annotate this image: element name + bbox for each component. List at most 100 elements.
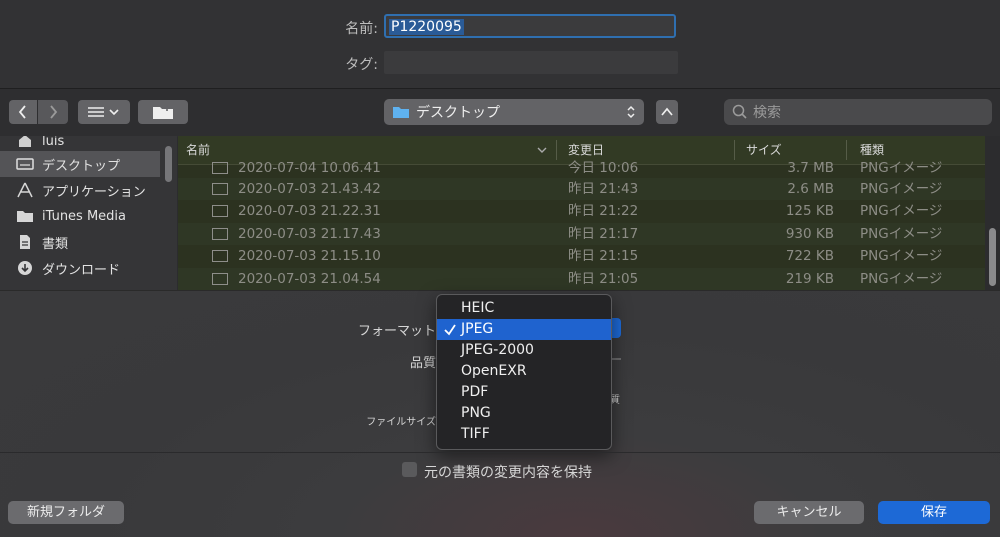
new-folder-button[interactable]: 新規フォルダ [8,501,124,524]
file-name: 2020-07-03 21.22.31 [238,203,381,219]
menu-item-label: JPEG [461,321,494,337]
chevron-right-icon [50,105,58,119]
folder-icon [393,107,409,118]
cancel-button[interactable]: キャンセル [754,501,864,524]
chevron-up-icon [661,107,673,116]
table-row[interactable]: 2020-07-03 21.04.54 昨日 21:05 219 KB PNGイ… [178,268,985,290]
name-label: 名前: [345,21,378,37]
image-file-icon [212,183,228,195]
name-field[interactable]: P1220095 [384,14,676,38]
image-file-icon [212,273,228,285]
file-kind: PNGイメージ [860,160,943,176]
menu-item-pdf[interactable]: PDF [437,382,611,403]
folder-plus-icon [153,105,173,119]
sort-chevron-icon [537,147,547,153]
sidebar: luis デスクトップ アプリケーション iTunes Media 書類 ダウン… [0,136,177,290]
file-kind: PNGイメージ [860,181,943,197]
search-placeholder: 検索 [753,105,781,121]
tag-label: タグ: [345,57,378,73]
file-list: 名前 変更日 サイズ 種類 2020-07-04 10.06.41 今日 10:… [178,136,985,290]
sidebar-item-desktop[interactable]: デスクトップ [0,151,160,177]
file-name: 2020-07-03 21.43.42 [238,181,381,197]
menu-item-jpeg-2000[interactable]: JPEG-2000 [437,340,611,361]
sidebar-item-applications[interactable]: アプリケーション [0,177,160,203]
documents-icon [16,234,34,250]
menu-item-heic[interactable]: HEIC [437,298,611,319]
divider [0,452,1000,453]
checkmark-icon [444,324,456,336]
menu-item-jpeg[interactable]: JPEG [437,319,611,340]
forward-button[interactable] [38,100,68,124]
format-label: フォーマット [357,324,436,339]
keep-changes-label: 元の書類の変更内容を保持 [424,465,592,481]
menu-item-png[interactable]: PNG [437,403,611,424]
file-name: 2020-07-03 21.17.43 [238,226,381,242]
list-view-icon [88,107,119,117]
menu-item-tiff[interactable]: TIFF [437,424,611,445]
table-row[interactable]: 2020-07-04 10.06.41 今日 10:06 3.7 MB PNGイ… [178,157,985,179]
back-button[interactable] [9,100,37,124]
location-popup[interactable]: デスクトップ [384,99,644,125]
file-size: 219 KB [785,271,834,287]
tag-field[interactable] [384,51,678,74]
image-file-icon [212,205,228,217]
folder-icon [16,208,34,224]
format-menu: HEIC JPEG JPEG-2000 OpenEXR PDF PNG TIFF [436,294,612,450]
view-mode-button[interactable] [78,100,130,124]
quality-slider-track[interactable] [612,358,621,360]
desktop-icon [16,156,34,172]
file-size: 930 KB [785,226,834,242]
updown-chevron-icon [627,105,635,119]
image-file-icon [212,228,228,240]
sidebar-item-label: luis [42,136,65,149]
file-modified: 昨日 21:15 [568,248,639,264]
save-button[interactable]: 保存 [878,501,990,524]
image-file-icon [212,162,228,174]
file-name: 2020-07-03 21.04.54 [238,271,381,287]
file-name: 2020-07-03 21.15.10 [238,248,381,264]
sidebar-item-documents[interactable]: 書類 [0,229,160,255]
table-row[interactable]: 2020-07-03 21.15.10 昨日 21:15 722 KB PNGイ… [178,245,985,267]
quality-label: 品質 [409,356,436,371]
sidebar-item-label: ダウンロード [42,262,121,278]
chevron-left-icon [18,105,26,119]
sidebar-item-label: 書類 [42,236,69,252]
downloads-icon [16,260,34,276]
file-modified: 今日 10:06 [568,160,639,176]
new-folder-icon-button[interactable] [138,100,188,124]
file-size: 125 KB [785,203,834,219]
collapse-button[interactable] [656,100,678,124]
file-modified: 昨日 21:17 [568,226,639,242]
sidebar-item-downloads[interactable]: ダウンロード [0,255,160,281]
sidebar-item-label: デスクトップ [42,158,121,174]
file-name: 2020-07-04 10.06.41 [238,160,381,176]
menu-item-openexr[interactable]: OpenEXR [437,361,611,382]
file-modified: 昨日 21:05 [568,271,639,287]
name-value: P1220095 [389,19,464,35]
sidebar-item-itunes-media[interactable]: iTunes Media [0,203,160,229]
sidebar-scrollbar[interactable] [165,146,172,182]
table-row[interactable]: 2020-07-03 21.17.43 昨日 21:17 930 KB PNGイ… [178,223,985,245]
file-kind: PNGイメージ [860,248,943,264]
filesize-label: ファイルサイズ [366,417,436,428]
file-size: 2.6 MB [787,181,834,197]
keep-changes-checkbox[interactable] [402,462,417,477]
search-field[interactable]: 検索 [724,99,992,125]
location-label: デスクトップ [416,105,500,121]
search-icon [732,104,747,119]
image-file-icon [212,250,228,262]
table-row[interactable]: 2020-07-03 21.22.31 昨日 21:22 125 KB PNGイ… [178,200,985,222]
file-modified: 昨日 21:43 [568,181,639,197]
home-icon [16,136,34,149]
file-kind: PNGイメージ [860,271,943,287]
applications-icon [16,182,34,198]
sidebar-item-label: iTunes Media [42,208,127,224]
file-size: 722 KB [785,248,834,264]
sidebar-item-label: アプリケーション [42,184,146,200]
file-kind: PNGイメージ [860,226,943,242]
file-size: 3.7 MB [787,160,834,176]
table-row[interactable]: 2020-07-03 21.43.42 昨日 21:43 2.6 MB PNGイ… [178,178,985,200]
file-kind: PNGイメージ [860,203,943,219]
list-scrollbar[interactable] [989,228,996,286]
file-modified: 昨日 21:22 [568,203,639,219]
